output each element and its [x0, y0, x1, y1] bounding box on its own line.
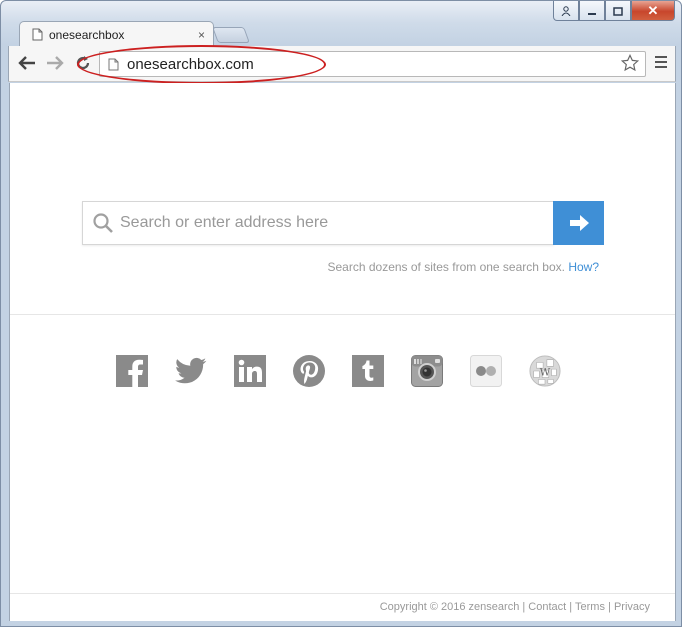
user-button[interactable] — [553, 1, 579, 21]
tagline-text: Search dozens of sites from one search b… — [327, 260, 565, 274]
how-link[interactable]: How? — [568, 260, 599, 274]
user-icon — [561, 5, 571, 16]
search-icon — [93, 213, 113, 233]
twitter-icon — [175, 357, 207, 384]
linkedin-link[interactable] — [234, 355, 266, 387]
search-input[interactable] — [120, 203, 554, 243]
search-box — [82, 201, 554, 245]
pinterest-icon — [293, 355, 325, 387]
maximize-button[interactable] — [605, 1, 631, 21]
new-tab-button[interactable] — [212, 27, 250, 43]
tab-onesearchbox[interactable]: onesearchbox × — [19, 21, 214, 47]
search-tagline: Search dozens of sites from one search b… — [328, 260, 600, 274]
tumblr-icon — [352, 355, 384, 387]
page-content: Search dozens of sites from one search b… — [9, 83, 676, 621]
bookmark-star-icon[interactable] — [621, 54, 639, 72]
minimize-icon — [588, 12, 596, 15]
tab-title: onesearchbox — [49, 27, 125, 42]
annotation-ellipse — [77, 45, 326, 84]
instagram-icon — [411, 355, 443, 387]
tab-close-icon[interactable]: × — [198, 28, 205, 42]
footer-separator: | — [604, 601, 614, 613]
forward-arrow-icon[interactable] — [46, 55, 64, 71]
flickr-icon — [470, 355, 502, 387]
search-go-button[interactable] — [553, 201, 604, 245]
page-icon — [32, 28, 43, 41]
wikipedia-link[interactable]: W — [529, 355, 561, 387]
back-arrow-icon[interactable] — [18, 55, 36, 71]
twitter-link[interactable] — [175, 355, 207, 387]
close-icon: ✕ — [647, 2, 659, 18]
terms-link[interactable]: Terms — [575, 601, 605, 613]
social-links: W — [116, 355, 588, 387]
footer-separator: | — [566, 601, 575, 613]
linkedin-icon — [234, 355, 266, 387]
flickr-link[interactable] — [470, 355, 502, 387]
footer-separator: | — [519, 601, 529, 613]
instagram-link[interactable] — [411, 355, 443, 387]
wikipedia-icon: W — [529, 355, 561, 387]
copyright-text: Copyright © 2016 zensearch — [379, 601, 520, 613]
contact-link[interactable]: Contact — [528, 601, 566, 613]
footer-divider — [10, 593, 675, 594]
svg-text:W: W — [540, 367, 551, 379]
window-controls: ✕ — [553, 1, 675, 21]
divider — [10, 314, 675, 315]
pinterest-link[interactable] — [293, 355, 325, 387]
footer: Copyright © 2016 zensearch | Contact | T… — [380, 601, 650, 613]
menu-hamburger-icon[interactable] — [655, 56, 667, 71]
minimize-button[interactable] — [579, 1, 605, 21]
facebook-icon — [116, 355, 148, 387]
close-window-button[interactable]: ✕ — [631, 1, 675, 21]
browser-window: ✕ onesearchbox × onesearchbox.com Search… — [0, 0, 682, 627]
arrow-right-icon — [569, 215, 589, 231]
tumblr-link[interactable] — [352, 355, 384, 387]
facebook-link[interactable] — [116, 355, 148, 387]
restore-icon — [613, 6, 623, 16]
privacy-link[interactable]: Privacy — [614, 601, 650, 613]
